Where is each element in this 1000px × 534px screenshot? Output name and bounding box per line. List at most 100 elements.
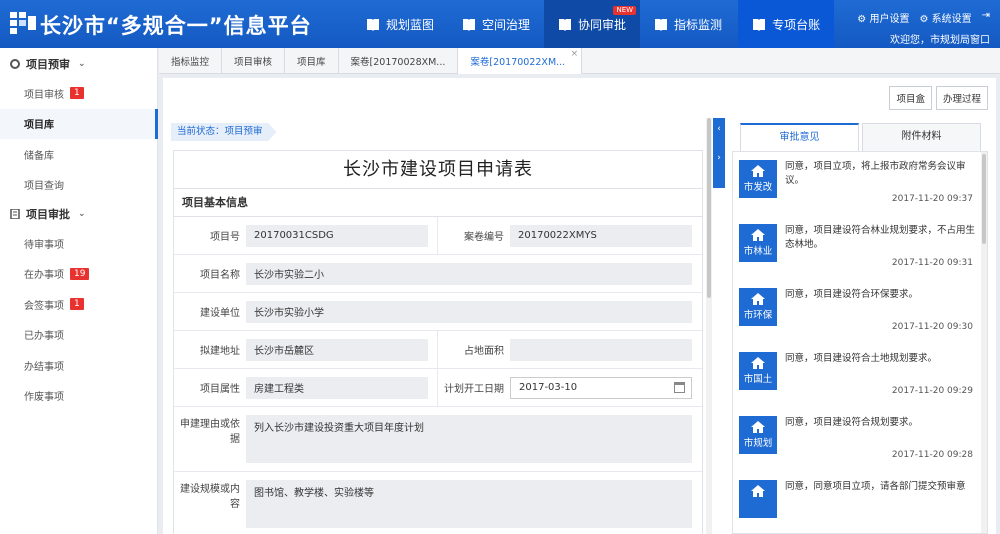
nav-item-indicators[interactable]: 指标监测 — [640, 0, 736, 48]
users-icon: ⚙ — [857, 14, 870, 25]
address-field[interactable]: 长沙市岳麓区 — [246, 338, 428, 361]
case-no-field[interactable]: 20170022XMYS — [510, 224, 692, 247]
sidebar-item-reserve[interactable]: 储备库 — [0, 139, 157, 170]
project-name-field[interactable]: 长沙市实验二小 — [246, 262, 692, 285]
calendar-icon[interactable] — [674, 381, 685, 393]
dept-avatar: 市环保 — [739, 288, 777, 326]
tab-opinions[interactable]: 审批意见 — [740, 123, 859, 151]
tab-case-22[interactable]: 案卷[20170022XM... × — [458, 48, 583, 74]
tab-materials[interactable]: 附件材料 — [862, 123, 981, 151]
tab-case-28[interactable]: 案卷[20170028XM... — [339, 48, 459, 74]
dept-avatar — [739, 480, 777, 518]
toolbar: 项目盒 办理过程 — [889, 86, 988, 110]
home-icon — [751, 421, 765, 433]
sidebar-item-in-progress[interactable]: 在办事项 19 — [0, 259, 157, 290]
tab-label: 案卷[20170022XM... — [470, 57, 566, 68]
reason-field[interactable]: 列入长沙市建设投资重大项目年度计划 — [246, 415, 692, 463]
sidebar-item-label: 已办事项 — [24, 331, 64, 343]
sidebar-item-library[interactable]: 项目库 — [0, 108, 158, 139]
opinion-time: 2017-11-20 09:28 — [891, 450, 973, 460]
start-date-value: 2017-03-10 — [519, 382, 578, 393]
dept-name: 市林业 — [743, 246, 773, 257]
sidebar-item-label: 项目审核 — [24, 89, 64, 101]
project-box-button[interactable]: 项目盒 — [889, 86, 932, 110]
user-settings-link[interactable]: ⚙ 用户设置 — [857, 10, 909, 25]
form-pane: 当前状态：项目预审 长沙市建设项目申请表 项目基本信息 项目号 20170031C… — [163, 118, 713, 534]
sidebar-item-pending[interactable]: 待审事项 — [0, 228, 157, 259]
area-field[interactable] — [510, 338, 692, 361]
collapse-toggle[interactable]: ‹ › — [713, 118, 725, 188]
home-icon — [751, 485, 765, 497]
doc-icon — [10, 209, 20, 219]
project-name-label: 项目名称 — [200, 270, 240, 281]
dept-name: 市环保 — [743, 310, 773, 321]
main-content: 项目盒 办理过程 当前状态：项目预审 长沙市建设项目申请表 项目基本信息 项目号… — [163, 78, 996, 534]
form-title: 长沙市建设项目申请表 — [174, 151, 702, 189]
scrollbar-thumb[interactable] — [707, 118, 711, 298]
project-no-field[interactable]: 20170031CSDG — [246, 224, 428, 247]
sidebar-item-closed[interactable]: 办结事项 — [0, 350, 157, 381]
opinion-text: 同意，同意项目立项，请各部门提交预审意 — [785, 481, 966, 492]
nav-item-space[interactable]: 空间治理 — [448, 0, 544, 48]
opinion-time: 2017-11-20 09:30 — [891, 322, 973, 332]
sidebar-item-label: 项目库 — [24, 120, 54, 132]
list-item: 市国土 同意，项目建设符合土地规划要求。 2017-11-20 09:29 — [739, 344, 977, 406]
sidebar-item-done[interactable]: 已办事项 — [0, 320, 157, 351]
dept-name: 市规划 — [743, 438, 773, 449]
nav-label: 指标监测 — [674, 17, 723, 32]
list-item: 市环保 同意，项目建设符合环保要求。 2017-11-20 09:30 — [739, 280, 977, 342]
start-date-label: 计划开工日期 — [444, 384, 504, 395]
logo-icon — [10, 12, 36, 34]
sidebar-item-label: 在办事项 — [24, 270, 64, 282]
user-area: ⚙ 用户设置 ⚙ 系统设置 ⇥ 欢迎您，市规划局窗口 — [857, 10, 990, 46]
tab-project-review[interactable]: 项目审核 — [222, 48, 286, 74]
address-label: 拟建地址 — [200, 346, 240, 357]
chevron-right-icon: › — [717, 153, 721, 163]
close-icon[interactable]: × — [571, 49, 579, 59]
section-basic-info: 项目基本信息 — [174, 189, 702, 217]
start-date-field[interactable]: 2017-03-10 — [510, 376, 692, 399]
system-settings-label: 系统设置 — [931, 14, 972, 25]
unit-field[interactable]: 长沙市实验小学 — [246, 300, 692, 323]
scrollbar[interactable] — [706, 118, 712, 534]
sidebar-item-review[interactable]: 项目审核 1 — [0, 78, 157, 109]
system-settings-link[interactable]: ⚙ 系统设置 — [919, 10, 971, 25]
nav-item-ledger[interactable]: 专项台账 — [738, 0, 835, 48]
dept-avatar: 市林业 — [739, 224, 777, 262]
application-form: 长沙市建设项目申请表 项目基本信息 项目号 20170031CSDG 案卷编号 20… — [173, 150, 703, 534]
sidebar-item-countersign[interactable]: 会签事项 1 — [0, 289, 157, 320]
opinion-text: 同意，项目建设符合环保要求。 — [785, 289, 919, 300]
nav-item-approval[interactable]: 协同审批 NEW — [544, 0, 641, 48]
reason-label: 申建理由或依据 — [180, 419, 240, 445]
sidebar-item-query[interactable]: 项目查询 — [0, 170, 157, 201]
list-item: 市林业 同意，项目建设符合林业规划要求，不占用生态林地。 2017-11-20 … — [739, 216, 977, 278]
chevron-left-icon: ‹ — [717, 124, 721, 134]
opinion-text: 同意，项目建设符合土地规划要求。 — [785, 353, 938, 364]
count-badge: 1 — [70, 298, 84, 311]
tab-indicator-monitor[interactable]: 指标监控 — [159, 48, 223, 74]
sidebar-group-preview[interactable]: 项目预审 ⌄ — [0, 50, 157, 78]
sidebar-item-void[interactable]: 作废事项 — [0, 381, 157, 412]
home-icon — [751, 165, 765, 177]
attr-field[interactable]: 房建工程类 — [246, 376, 428, 399]
sidebar-item-label: 储备库 — [24, 150, 54, 162]
scrollbar[interactable] — [981, 152, 987, 533]
book-icon — [753, 18, 766, 31]
process-button[interactable]: 办理过程 — [935, 86, 988, 110]
sidebar-item-label: 办结事项 — [24, 361, 64, 373]
logout-icon[interactable]: ⇥ — [982, 10, 990, 25]
scale-field[interactable]: 图书馆、教学楼、实验楼等 — [246, 480, 692, 528]
sidebar: 项目预审 ⌄ 项目审核 1 项目库 储备库 项目查询 项目审批 ⌄ 待审事项 在办… — [0, 48, 158, 534]
home-icon — [751, 357, 765, 369]
list-item: 市发改 同意，项目立项，将上报市政府常务会议审议。 2017-11-20 09:… — [739, 152, 977, 214]
nav-item-blueprint[interactable]: 规划蓝图 — [352, 0, 448, 48]
sidebar-group-approval[interactable]: 项目审批 ⌄ — [0, 200, 157, 228]
tab-project-library[interactable]: 项目库 — [285, 48, 339, 74]
nav-label: 空间治理 — [482, 17, 531, 32]
scrollbar-thumb[interactable] — [982, 154, 986, 244]
sidebar-item-label: 待审事项 — [24, 239, 64, 251]
opinion-time: 2017-11-20 09:37 — [891, 194, 973, 204]
tab-bar: 指标监控 项目审核 项目库 案卷[20170028XM... 案卷[201700… — [159, 48, 1000, 74]
top-bar: 长沙市“多规合一”信息平台 规划蓝图 空间治理 协同审批 NEW 指标监测 专项… — [0, 0, 1000, 48]
new-badge: NEW — [613, 6, 637, 15]
